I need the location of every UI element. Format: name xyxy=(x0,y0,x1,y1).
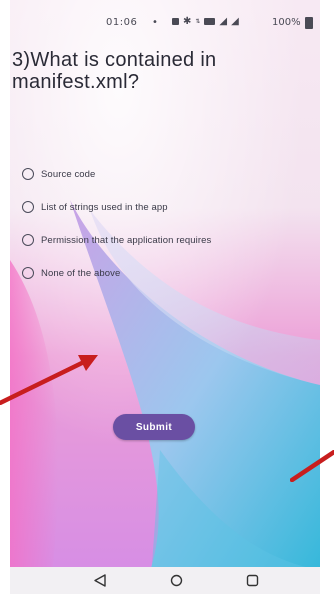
back-triangle-icon[interactable] xyxy=(93,574,107,587)
home-circle-icon[interactable] xyxy=(170,574,183,587)
option-label: List of strings used in the app xyxy=(41,201,168,213)
annotation-arrow-left xyxy=(0,355,98,405)
option-label: None of the above xyxy=(41,267,121,279)
option-label: Source code xyxy=(41,168,96,180)
vibrate-icon xyxy=(172,18,179,25)
radio-button[interactable] xyxy=(22,267,34,279)
option-1[interactable]: Source code xyxy=(22,168,95,180)
submit-button[interactable]: Submit xyxy=(113,414,195,440)
volte-icon xyxy=(204,18,216,25)
bluetooth-icon: ✱ xyxy=(183,16,192,27)
status-time: 01:06 xyxy=(106,17,138,28)
radio-button[interactable] xyxy=(22,201,34,213)
radio-button[interactable] xyxy=(22,168,34,180)
notification-dot-icon: • xyxy=(152,17,158,28)
option-2[interactable]: List of strings used in the app xyxy=(22,201,168,213)
battery-icon xyxy=(305,17,313,29)
radio-button[interactable] xyxy=(22,234,34,246)
signal-4g-icon: ◢ xyxy=(231,16,239,27)
battery-percent: 100% xyxy=(272,17,301,28)
recent-square-icon[interactable] xyxy=(246,574,259,587)
navigation-bar xyxy=(10,567,320,594)
option-label: Permission that the application requires xyxy=(41,234,212,246)
option-3[interactable]: Permission that the application requires xyxy=(22,234,211,246)
signal-icon: ◢ xyxy=(219,16,228,27)
option-4[interactable]: None of the above xyxy=(22,267,120,279)
status-bar: 01:06 • ✱ ⇅ ◢ ◢ 100% xyxy=(10,0,320,38)
annotation-arrow-right xyxy=(290,450,334,482)
question-text: 3)What is contained in manifest.xml? xyxy=(12,49,217,93)
status-icons: ✱ ⇅ ◢ ◢ xyxy=(172,16,239,27)
data-speed-icon: ⇅ xyxy=(195,18,201,25)
phone-screen: 01:06 • ✱ ⇅ ◢ ◢ 100% 3)What is contained… xyxy=(10,0,320,594)
